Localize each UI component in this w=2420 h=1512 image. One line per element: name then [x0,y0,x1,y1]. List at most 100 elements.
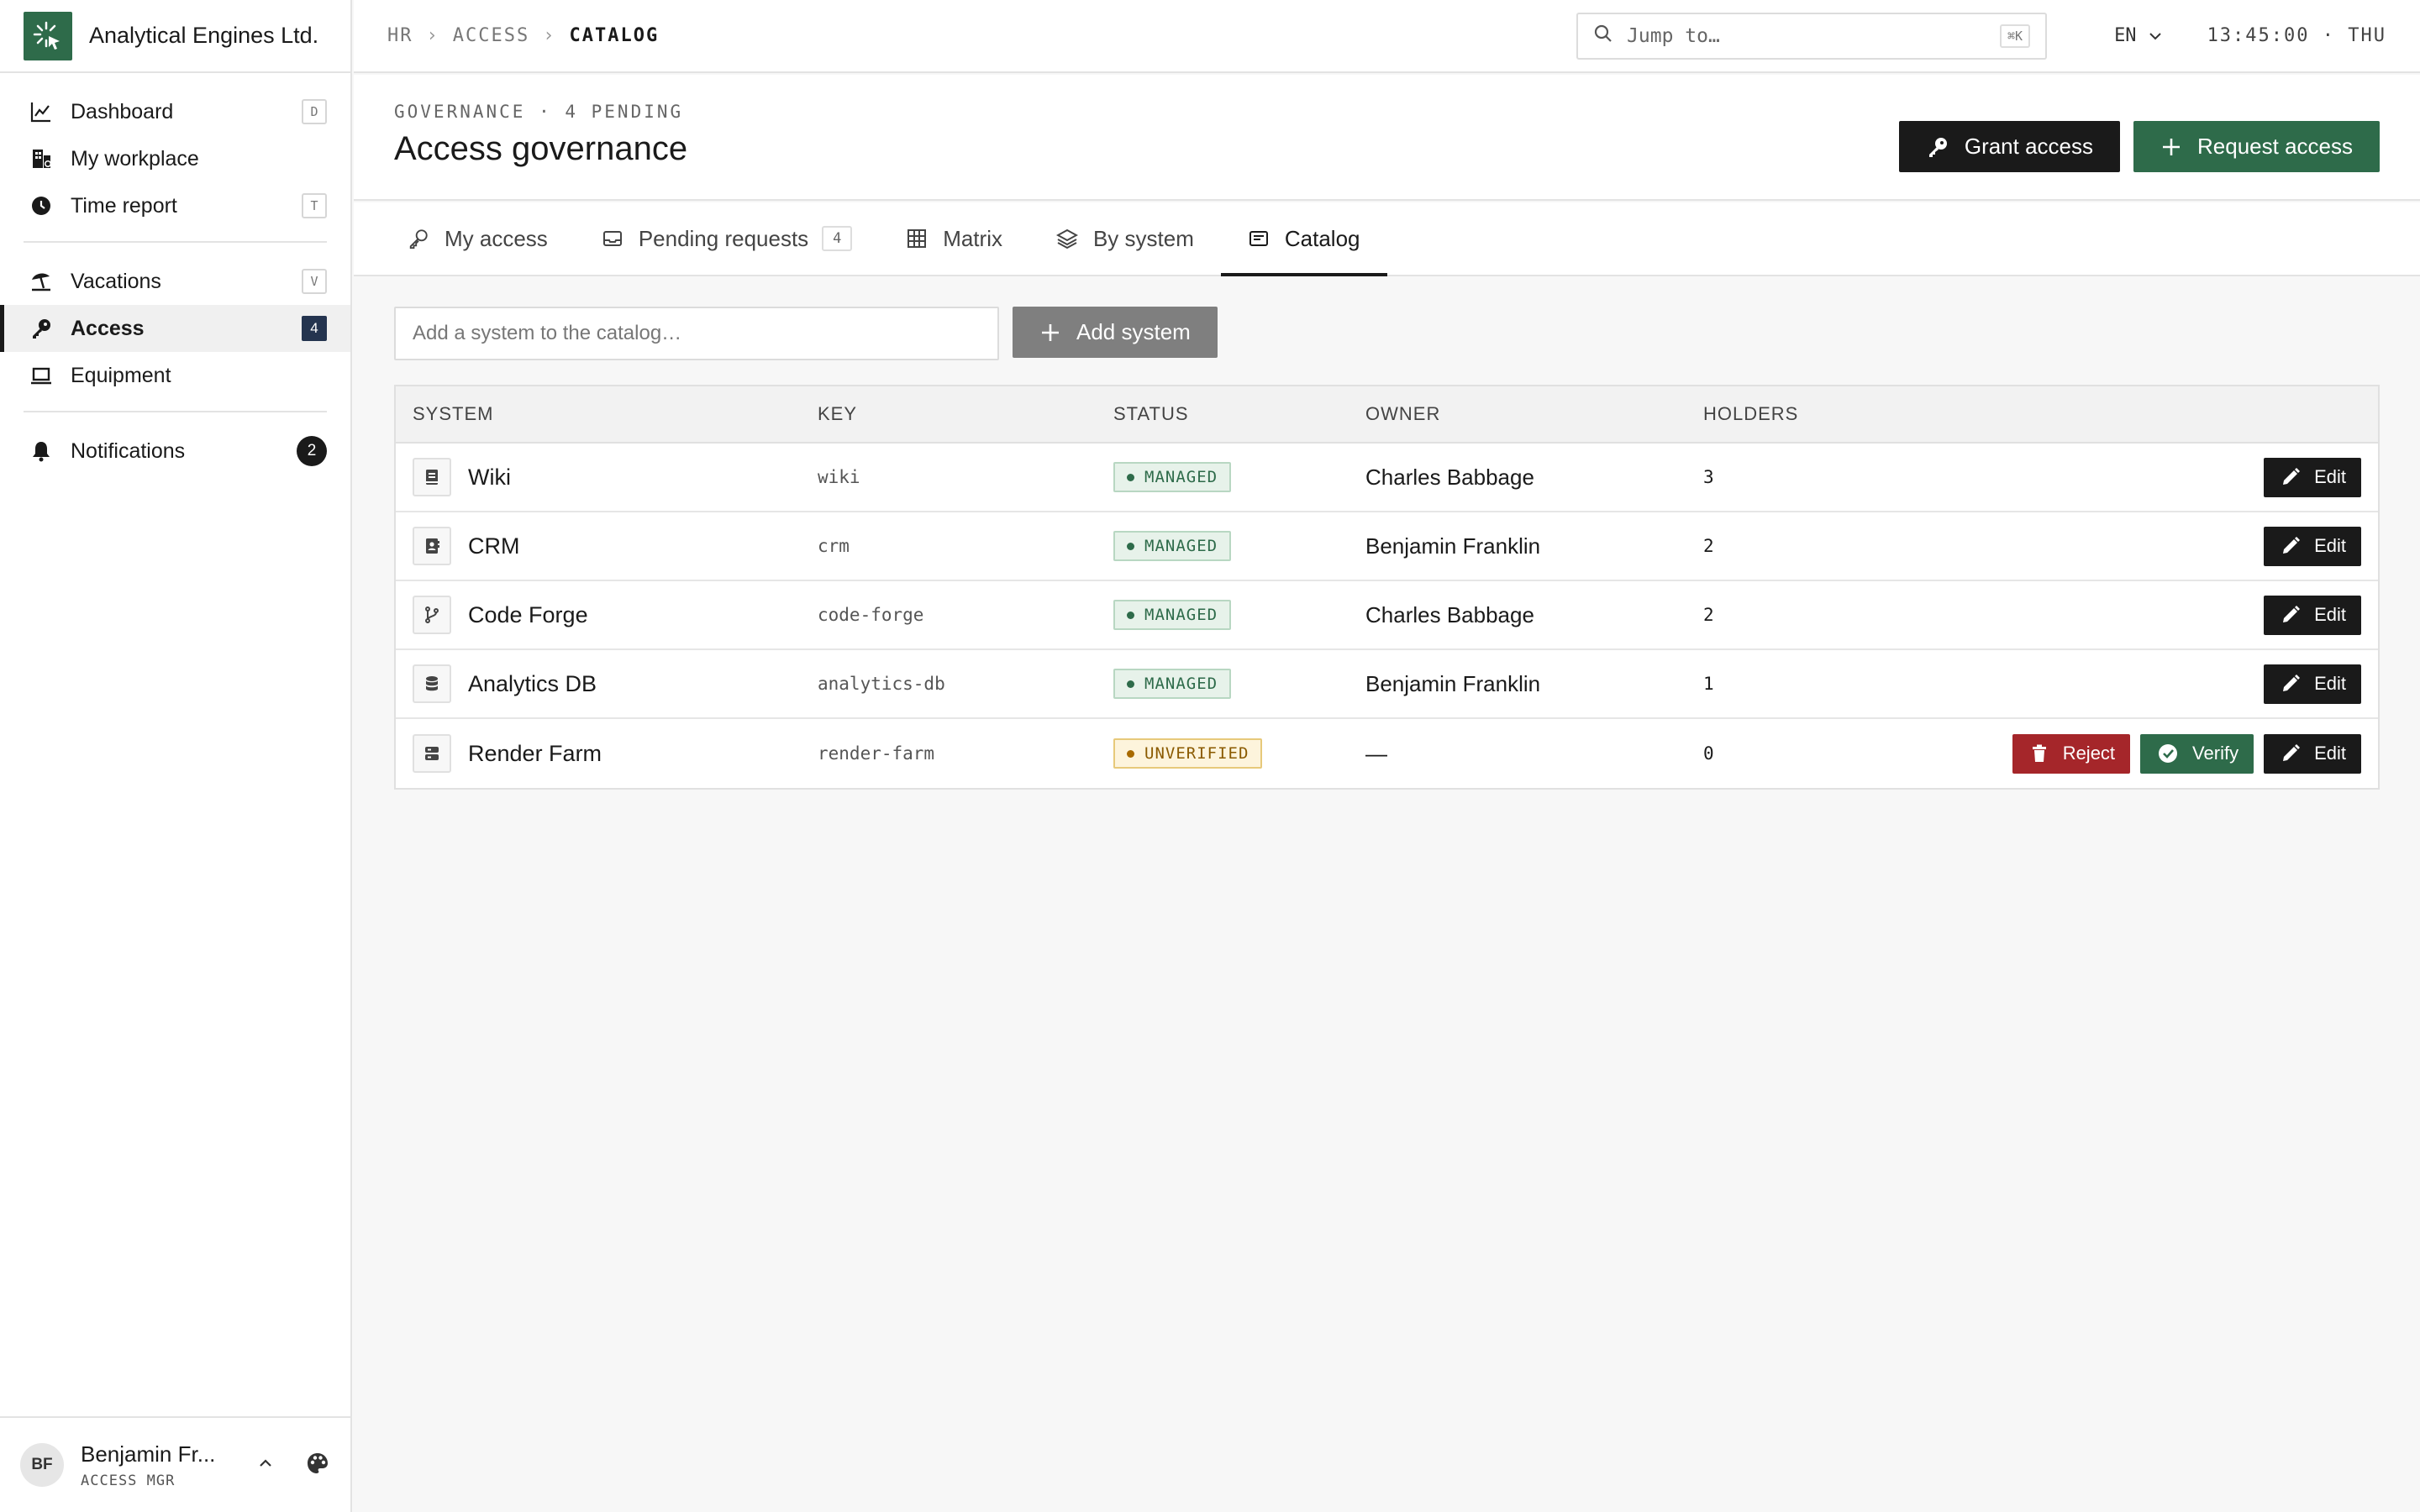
sidebar-item-dashboard[interactable]: Dashboard D [0,88,350,135]
breadcrumb-separator: › [543,25,556,46]
status-text: MANAGED [1144,606,1218,624]
tab-catalog[interactable]: Catalog [1220,202,1387,276]
system-name[interactable]: Render Farm [468,741,602,767]
palette-icon[interactable] [305,1451,330,1480]
column-header-key[interactable]: KEY [818,403,1113,425]
page-header: GOVERNANCE · 4 PENDING Access governance… [354,75,2420,201]
plus-icon [2163,138,2181,155]
chevron-up-icon[interactable] [256,1454,275,1477]
verify-button[interactable]: Verify [2140,733,2254,774]
catalog-table: SYSTEM KEY STATUS OWNER HOLDERS Wiki wik… [394,385,2380,790]
holders-count: 2 [1703,536,1714,556]
pencil-icon [2283,537,2301,554]
breadcrumb-current: CATALOG [569,25,660,46]
holders-count: 3 [1703,467,1714,487]
tab-matrix[interactable]: Matrix [879,202,1029,275]
plus-icon [1042,323,1059,341]
sidebar-item-access[interactable]: Access 4 [0,305,350,352]
tab-by-system[interactable]: By system [1029,202,1221,275]
book-icon [413,458,451,496]
sidebar-item-my-workplace[interactable]: My workplace [0,135,350,182]
sidebar-item-vacations[interactable]: Vacations V [0,258,350,305]
request-access-button[interactable]: Request access [2133,121,2380,172]
system-name[interactable]: Code Forge [468,602,588,628]
status-badge: MANAGED [1113,600,1232,630]
edit-label: Edit [2314,673,2346,694]
user-role: ACCESS MGR [81,1472,176,1489]
column-header-status[interactable]: STATUS [1113,403,1365,425]
tab-pending-requests[interactable]: Pending requests 4 [575,202,879,275]
pending-count-badge: 4 [822,226,853,251]
table-header: SYSTEM KEY STATUS OWNER HOLDERS [396,386,2378,444]
search-icon [1593,24,1613,48]
topbar: HR › ACCESS › CATALOG Jump to… ⌘K EN 13:… [354,0,2420,73]
row-actions: Edit [1955,664,2378,704]
holders-count: 2 [1703,605,1714,625]
contact-card-icon [413,527,451,565]
system-name[interactable]: CRM [468,533,520,559]
edit-button[interactable]: Edit [2264,733,2361,774]
status-badge: UNVERIFIED [1113,738,1263,769]
language-select[interactable]: EN [2114,25,2164,46]
system-cell: CRM [396,527,818,565]
status-text: MANAGED [1144,537,1218,555]
user-info: Benjamin Fr... ACCESS MGR [81,1441,256,1489]
status-badge: MANAGED [1113,669,1232,699]
reject-button[interactable]: Reject [2012,733,2131,774]
key-icon [29,316,54,341]
tab-label: Matrix [943,225,1002,251]
column-header-owner[interactable]: OWNER [1365,403,1703,425]
reject-label: Reject [2062,743,2116,764]
breadcrumb-item[interactable]: HR [387,25,413,46]
user-name: Benjamin Fr... [81,1441,216,1467]
breadcrumb-separator: › [426,25,439,46]
edit-button[interactable]: Edit [2264,526,2361,566]
add-system-button[interactable]: Add system [1013,307,1218,358]
language-value: EN [2114,25,2137,46]
tab-label: My access [445,225,548,251]
sidebar-item-label: Notifications [71,438,186,463]
sidebar-item-label: Vacations [71,269,161,293]
system-key: wiki [818,467,860,487]
tab-my-access[interactable]: My access [381,202,575,275]
sidebar-item-notifications[interactable]: Notifications 2 [0,428,350,475]
search-input[interactable]: Jump to… ⌘K [1576,12,2048,60]
bell-icon [29,438,54,464]
table-row: Analytics DB analytics-db MANAGED Benjam… [396,650,2378,719]
avatar: BF [20,1443,64,1487]
system-cell: Analytics DB [396,664,818,703]
trash-icon [2032,744,2046,762]
edit-button[interactable]: Edit [2264,595,2361,635]
row-actions: Edit [1955,457,2378,497]
shortcut-key: V [302,269,327,294]
user-menu[interactable]: BF Benjamin Fr... ACCESS MGR [0,1416,350,1512]
sidebar-item-time-report[interactable]: Time report T [0,182,350,229]
system-name[interactable]: Wiki [468,465,511,491]
status-dot [1127,680,1134,688]
sidebar-item-label: My workplace [71,146,199,171]
shortcut-key: D [302,99,327,124]
row-actions: Edit [1955,595,2378,635]
chevron-down-icon [2149,32,2161,39]
table-row: Render Farm render-farm UNVERIFIED — 0 R… [396,719,2378,788]
status-text: UNVERIFIED [1144,744,1249,763]
breadcrumb-item[interactable]: ACCESS [453,25,529,46]
system-name[interactable]: Analytics DB [468,671,597,697]
status-badge: MANAGED [1113,462,1232,492]
edit-button[interactable]: Edit [2264,664,2361,704]
edit-label: Edit [2314,535,2346,556]
owner-name: Charles Babbage [1365,601,1534,627]
status-dot [1127,542,1134,550]
edit-button[interactable]: Edit [2264,457,2361,497]
add-system-input[interactable] [394,307,999,360]
column-header-system[interactable]: SYSTEM [396,403,818,425]
sidebar-item-equipment[interactable]: Equipment [0,352,350,399]
sidebar-item-label: Equipment [71,363,171,387]
column-header-holders[interactable]: HOLDERS [1703,403,1955,425]
nav-group-hr: Vacations V Access 4 Equipment [0,243,350,411]
server-icon [413,734,451,773]
pencil-icon [2283,606,2301,622]
notifications-count-badge: 2 [297,436,327,466]
grant-access-button[interactable]: Grant access [1898,121,2121,172]
brand[interactable]: Analytical Engines Ltd. [0,0,350,73]
